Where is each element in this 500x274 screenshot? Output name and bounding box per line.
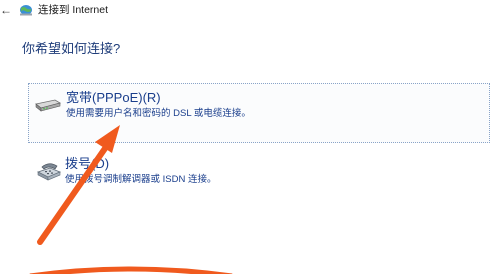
option-title: 宽带(PPPoE)(R) (66, 90, 161, 105)
page-heading: 你希望如何连接? (22, 41, 121, 56)
option-dialup[interactable]: 拨号(D) 使用拨号调制解调器或 ISDN 连接。 (28, 152, 490, 196)
broadband-modem-icon (35, 99, 61, 112)
option-description: 使用需要用户名和密码的 DSL 或电缆连接。 (66, 108, 251, 119)
window-title: 连接到 Internet (38, 4, 109, 16)
annotation-underline (29, 266, 233, 274)
dialup-phone-icon (36, 163, 62, 181)
option-description: 使用拨号调制解调器或 ISDN 连接。 (65, 174, 217, 185)
option-broadband-pppoe[interactable]: 宽带(PPPoE)(R) 使用需要用户名和密码的 DSL 或电缆连接。 (28, 83, 490, 143)
back-arrow-icon[interactable]: ← (0, 3, 12, 17)
title-bar: ← 连接到 Internet (0, 0, 500, 22)
option-title: 拨号(D) (65, 156, 110, 171)
network-globe-icon (20, 5, 32, 16)
